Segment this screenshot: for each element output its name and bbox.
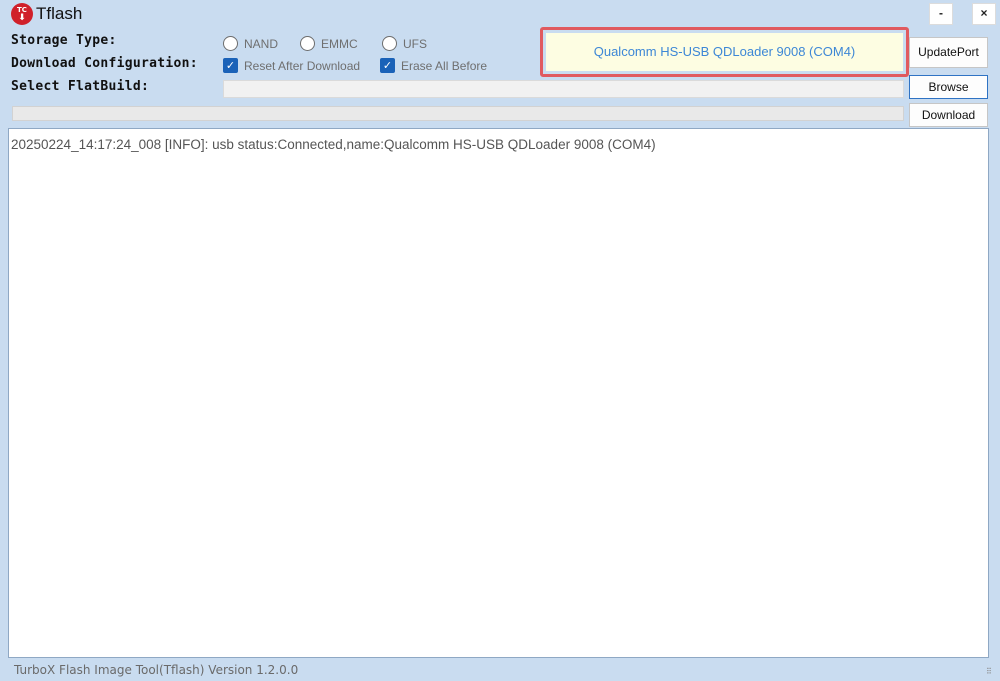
app-logo-icon: TC ⬇ xyxy=(11,3,33,25)
minimize-button[interactable]: - xyxy=(929,3,953,25)
port-display: Qualcomm HS-USB QDLoader 9008 (COM4) xyxy=(540,27,909,77)
checkmark-icon: ✓ xyxy=(225,59,236,72)
resize-grip-icon[interactable]: ⠿ xyxy=(986,667,996,677)
checkbox-erase-all-before[interactable]: ✓ xyxy=(380,58,395,73)
checkbox-reset-after-download[interactable]: ✓ xyxy=(223,58,238,73)
radio-nand[interactable] xyxy=(223,36,238,51)
radio-emmc[interactable] xyxy=(300,36,315,51)
close-button[interactable]: × xyxy=(972,3,996,25)
radio-nand-label[interactable]: NAND xyxy=(244,37,278,52)
log-line: 20250224_14:17:24_008 [INFO]: usb status… xyxy=(11,137,656,152)
port-display-text: Qualcomm HS-USB QDLoader 9008 (COM4) xyxy=(546,33,903,71)
checkmark-icon: ✓ xyxy=(382,59,393,72)
select-flatbuild-label: Select FlatBuild: xyxy=(11,79,150,94)
radio-emmc-label[interactable]: EMMC xyxy=(321,37,358,52)
radio-ufs-label[interactable]: UFS xyxy=(403,37,427,52)
erase-all-before-label[interactable]: Erase All Before xyxy=(401,59,487,74)
download-configuration-label: Download Configuration: xyxy=(11,56,198,71)
log-output[interactable]: 20250224_14:17:24_008 [INFO]: usb status… xyxy=(8,128,989,658)
radio-ufs[interactable] xyxy=(382,36,397,51)
status-bar-text: TurboX Flash Image Tool(Tflash) Version … xyxy=(14,663,299,677)
reset-after-download-label[interactable]: Reset After Download xyxy=(244,59,360,74)
download-button[interactable]: Download xyxy=(909,103,988,127)
flatbuild-path-field[interactable] xyxy=(223,80,904,98)
logo-arrow-icon: ⬇ xyxy=(18,13,26,23)
storage-type-label: Storage Type: xyxy=(11,33,117,48)
update-port-button[interactable]: UpdatePort xyxy=(909,37,988,68)
window-title: Tflash xyxy=(36,4,83,23)
download-progress-bar xyxy=(12,106,904,121)
browse-button[interactable]: Browse xyxy=(909,75,988,99)
